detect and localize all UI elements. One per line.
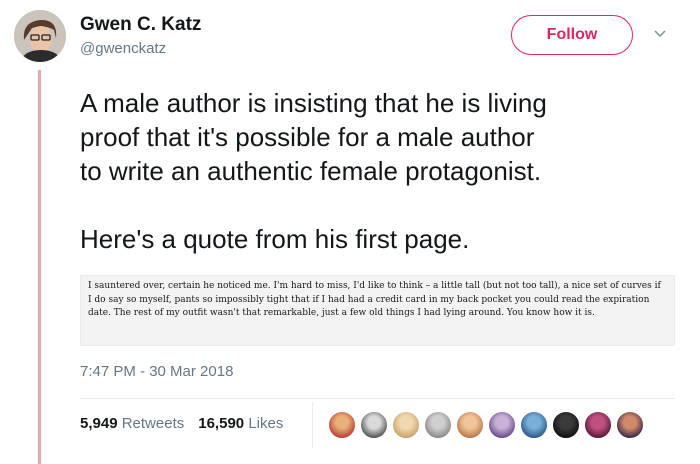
liker-avatar[interactable] <box>519 410 549 440</box>
tweet-paragraph: Here's a quote from his first page. <box>80 224 470 254</box>
liker-avatar[interactable] <box>391 410 421 440</box>
retweets-label: Retweets <box>121 415 185 432</box>
author-handle[interactable]: @gwenckatz <box>80 40 166 57</box>
liker-avatar[interactable] <box>327 410 357 440</box>
retweets-stat[interactable]: 5,949 Retweets <box>80 415 184 432</box>
follow-button[interactable]: Follow <box>511 15 633 55</box>
avatar[interactable] <box>14 10 66 62</box>
likers-avatars <box>327 410 647 440</box>
tweet-timestamp[interactable]: 7:47 PM - 30 Mar 2018 <box>80 363 233 380</box>
quote-image[interactable]: I sauntered over, certain he noticed me.… <box>80 275 675 346</box>
liker-avatar[interactable] <box>359 410 389 440</box>
liker-avatar[interactable] <box>583 410 613 440</box>
author-name[interactable]: Gwen C. Katz <box>80 14 201 36</box>
chevron-down-icon[interactable] <box>652 27 668 39</box>
likes-stat[interactable]: 16,590 Likes <box>198 415 283 432</box>
likes-label: Likes <box>248 415 284 432</box>
likes-count: 16,590 <box>198 415 245 432</box>
engagement-stats: 5,949 Retweets 16,590 Likes <box>80 415 283 432</box>
liker-avatar[interactable] <box>615 410 645 440</box>
liker-avatar[interactable] <box>423 410 453 440</box>
stats-divider <box>312 402 313 448</box>
liker-avatar[interactable] <box>455 410 485 440</box>
thread-line <box>38 70 41 464</box>
liker-avatar[interactable] <box>487 410 517 440</box>
liker-avatar[interactable] <box>551 410 581 440</box>
divider <box>80 398 675 399</box>
retweets-count: 5,949 <box>80 415 118 432</box>
quote-text: I sauntered over, certain he noticed me.… <box>88 281 661 318</box>
tweet-paragraph: A male author is insisting that he is li… <box>80 88 547 186</box>
avatar-image <box>14 10 66 62</box>
tweet-text: A male author is insisting that he is li… <box>80 86 690 256</box>
